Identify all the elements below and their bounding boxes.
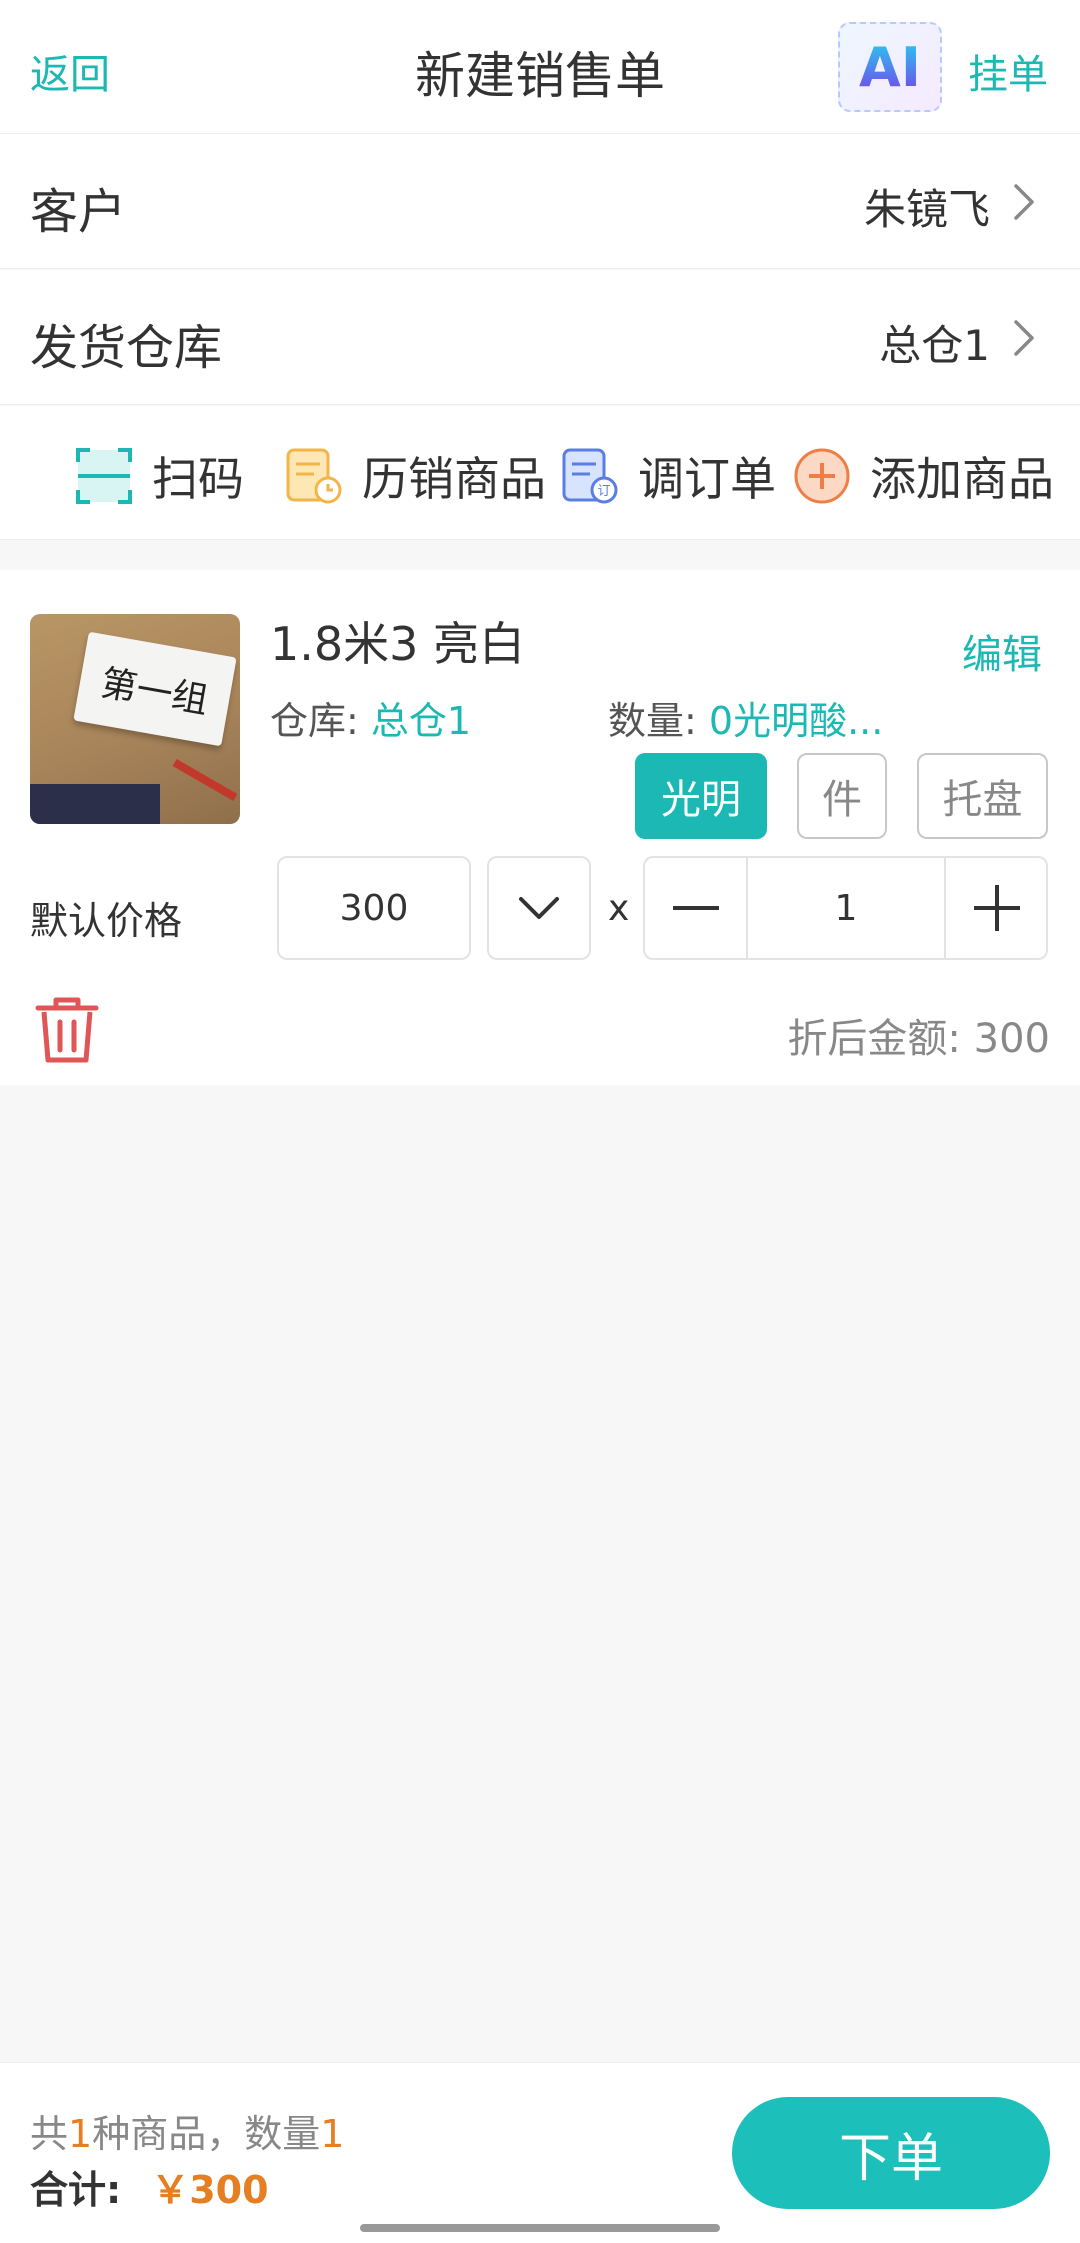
chevron-right-icon [1014, 320, 1034, 356]
ai-button[interactable]: AI [838, 22, 942, 112]
add-product-label: 添加商品 [870, 452, 1054, 506]
summary-kinds: 1 [68, 2112, 93, 2156]
product-name: 1.8米3 亮白 [270, 617, 526, 671]
price-input[interactable]: 300 [277, 856, 471, 960]
item-warehouse-label: 仓库: [270, 699, 359, 743]
item-warehouse-value: 总仓1 [370, 699, 472, 743]
total-label: 合计: [30, 2168, 122, 2212]
item-warehouse: 仓库: 总仓1 [270, 690, 471, 745]
thumbnail-card-text: 第一组 [73, 631, 237, 747]
discount-label: 折后金额: [787, 1016, 961, 1062]
place-order-button[interactable]: 下单 [732, 2097, 1050, 2209]
summary-count: 1 [320, 2112, 345, 2156]
product-thumbnail[interactable]: 第一组 [30, 614, 240, 824]
customer-row[interactable]: 客户 朱镜飞 [0, 134, 1080, 269]
order-doc-icon: 订 [562, 448, 618, 504]
item-quantity-label: 数量: [608, 699, 697, 743]
discount-value: 300 [973, 1016, 1050, 1062]
ai-label: AI [859, 35, 921, 99]
thumbnail-book [30, 784, 160, 824]
item-quantity-info: 数量: 0光明酸... [608, 690, 883, 745]
scan-icon [76, 448, 132, 504]
scan-button[interactable]: 扫码 [74, 446, 244, 506]
price-label: 默认价格 [30, 899, 183, 943]
home-indicator[interactable] [360, 2224, 720, 2232]
chevron-right-icon [1014, 184, 1034, 220]
discount-amount: 折后金额: 300 [787, 1006, 1050, 1064]
customer-label: 客户 [30, 184, 127, 240]
chevron-down-icon [519, 897, 559, 919]
warehouse-row[interactable]: 发货仓库 总仓1 [0, 270, 1080, 405]
fetch-order-button[interactable]: 订 调订单 [560, 446, 776, 506]
svg-text:订: 订 [597, 484, 610, 499]
item-quantity-value: 0光明酸... [708, 699, 884, 743]
multiply-sign: x [608, 888, 630, 929]
unit-option-pallet[interactable]: 托盘 [917, 753, 1048, 839]
add-product-button[interactable]: 添加商品 [792, 446, 1054, 506]
fetch-order-label: 调订单 [638, 452, 776, 506]
minus-icon [672, 906, 719, 910]
order-summary: 共1种商品，数量1 [30, 2103, 344, 2158]
order-total: 合计: ￥300 [30, 2159, 269, 2214]
hang-order-button[interactable]: 挂单 [968, 42, 1048, 100]
delete-trash-icon[interactable] [34, 994, 100, 1064]
increase-button[interactable] [944, 858, 1048, 958]
scan-label: 扫码 [152, 452, 244, 506]
product-item: 第一组 1.8米3 亮白 编辑 仓库: 总仓1 数量: 0光明酸... 光明 件… [0, 570, 1080, 1085]
total-value: ￥300 [151, 2168, 269, 2212]
edit-button[interactable]: 编辑 [962, 622, 1042, 680]
thumbnail-pen [172, 759, 238, 801]
plus-icon [974, 885, 1020, 931]
history-products-label: 历销商品 [362, 452, 546, 506]
quantity-input[interactable]: 1 [748, 858, 944, 958]
action-bar: 扫码 历销商品 订 调订单 添加商品 [0, 406, 1080, 540]
quantity-stepper: 1 [643, 856, 1048, 960]
price-dropdown-button[interactable] [487, 856, 591, 960]
warehouse-value: 总仓1 [879, 321, 990, 370]
unit-option-piece[interactable]: 件 [797, 753, 887, 839]
summary-mid: 种商品，数量 [92, 2112, 321, 2156]
decrease-button[interactable] [645, 858, 748, 958]
warehouse-label: 发货仓库 [30, 320, 223, 376]
history-products-button[interactable]: 历销商品 [284, 446, 546, 506]
history-icon [286, 448, 342, 504]
unit-option-guangming[interactable]: 光明 [635, 753, 767, 839]
add-circle-icon [794, 448, 850, 504]
summary-prefix: 共 [30, 2112, 69, 2156]
customer-value: 朱镜飞 [863, 185, 990, 234]
footer-bar: 共1种商品，数量1 合计: ￥300 下单 [0, 2062, 1080, 2243]
header-bar: 返回 新建销售单 AI 挂单 [0, 0, 1080, 134]
